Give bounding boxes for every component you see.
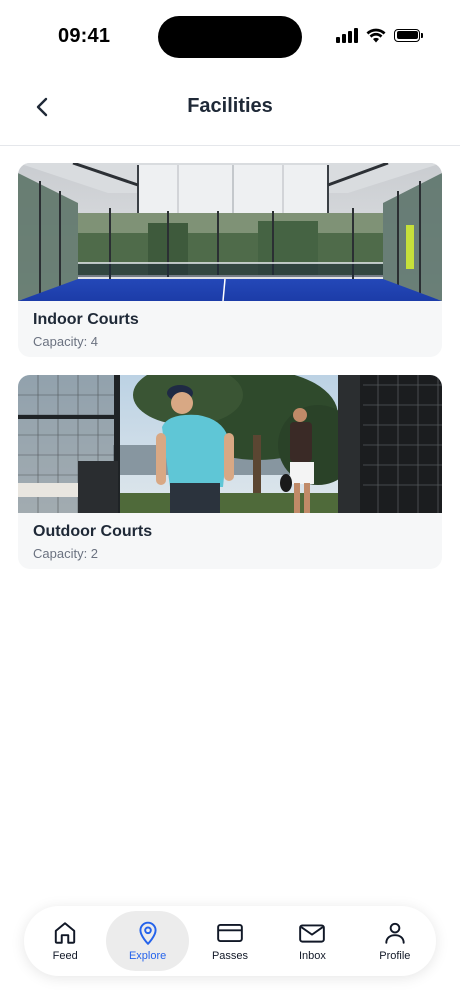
page-title: Facilities	[187, 95, 273, 117]
nav-label-profile: Profile	[379, 950, 411, 962]
nav-item-profile[interactable]: Profile	[354, 911, 436, 971]
card-icon	[217, 923, 243, 943]
map-pin-icon	[139, 921, 157, 945]
nav-label-inbox: Inbox	[298, 950, 326, 962]
user-icon	[385, 922, 405, 944]
nav-item-passes[interactable]: Passes	[189, 911, 271, 971]
wifi-icon	[366, 28, 386, 42]
status-icons	[336, 27, 423, 43]
indoor-courts-image	[18, 163, 442, 301]
facility-name: Outdoor Courts	[33, 523, 153, 540]
facility-card-outdoor[interactable]: Outdoor Courts Capacity: 2	[18, 375, 442, 569]
mail-icon	[299, 924, 326, 943]
header: Facilities	[0, 75, 460, 146]
cellular-signal-icon	[336, 27, 358, 43]
dynamic-island	[158, 16, 302, 58]
nav-item-inbox[interactable]: Inbox	[271, 911, 353, 971]
nav-label-explore: Explore	[128, 950, 167, 962]
nav-item-feed[interactable]: Feed	[24, 911, 106, 971]
nav-item-explore[interactable]: Explore	[106, 911, 189, 971]
bottom-nav: Feed Explore Passes Inbox Profile	[24, 906, 436, 976]
facility-name: Indoor Courts	[33, 311, 139, 328]
facility-capacity: Capacity: 2	[33, 546, 99, 561]
nav-label-passes: Passes	[211, 950, 249, 962]
status-time: 09:41	[58, 25, 111, 47]
nav-label-feed: Feed	[52, 950, 78, 962]
facility-card-indoor[interactable]: Indoor Courts Capacity: 4	[18, 163, 442, 357]
outdoor-courts-image	[18, 375, 442, 513]
status-bar: 09:41	[0, 0, 460, 75]
battery-icon	[394, 28, 423, 42]
home-icon	[55, 922, 76, 944]
facility-capacity: Capacity: 4	[33, 334, 99, 349]
